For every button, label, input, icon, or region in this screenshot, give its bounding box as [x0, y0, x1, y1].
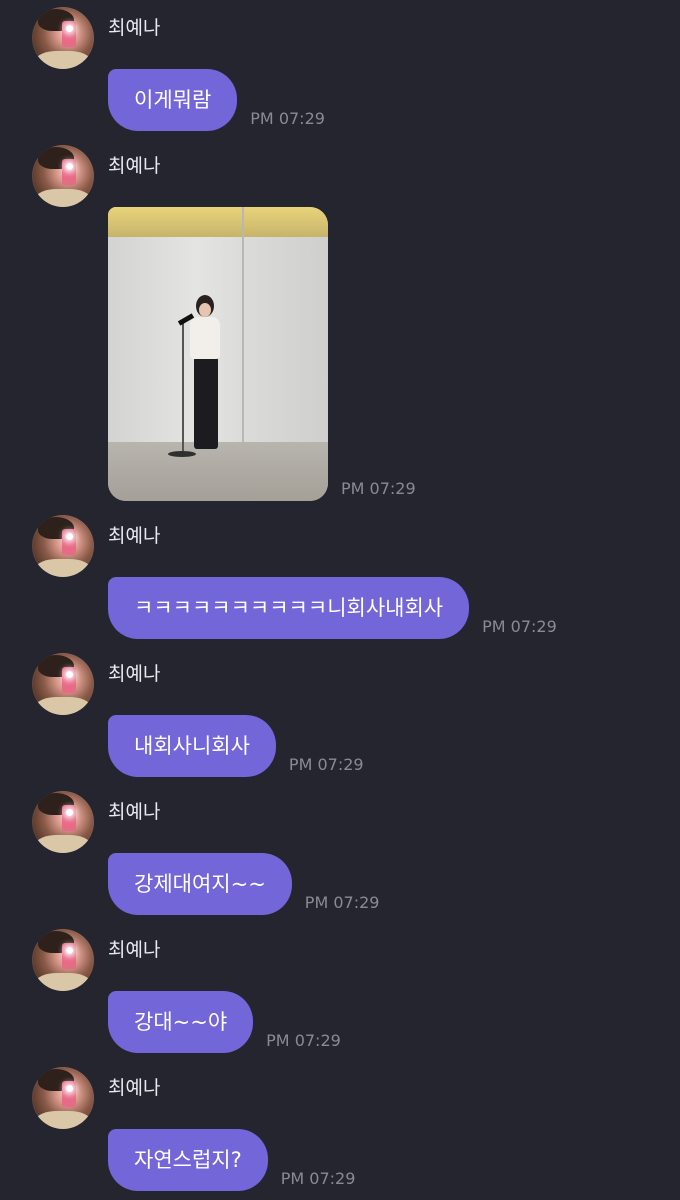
photo-message[interactable] [108, 207, 328, 501]
chat-message-list[interactable]: 최예나 이게뭐람 PM 07:29 최예나 PM 07:29 최예나 ㅋㅋㅋㅋㅋ… [0, 0, 680, 1200]
profile-avatar[interactable] [32, 145, 94, 207]
message-bubble[interactable]: 자연스럽지? [108, 1129, 268, 1191]
message-time: PM 07:29 [250, 109, 325, 128]
message-time: PM 07:29 [304, 893, 380, 912]
sender-name: 최예나 [108, 17, 161, 39]
sender-name: 최예나 [108, 155, 161, 177]
message-time: PM 07:29 [266, 1031, 341, 1050]
message-bubble[interactable]: 강대~~야 [108, 991, 254, 1053]
sender-name: 최예나 [108, 1077, 161, 1099]
message-bubble[interactable]: 내회사니회사 [108, 715, 276, 777]
message-time: PM 07:29 [341, 479, 416, 498]
profile-avatar[interactable] [32, 791, 94, 853]
profile-avatar[interactable] [32, 7, 94, 69]
message-bubble[interactable]: 강제대여지~~ [108, 853, 292, 915]
message-time: PM 07:29 [280, 1169, 356, 1188]
profile-avatar[interactable] [32, 515, 94, 577]
message-bubble[interactable]: ㅋㅋㅋㅋㅋㅋㅋㅋㅋㅋ니회사내회사 [108, 577, 470, 639]
profile-avatar[interactable] [32, 653, 94, 715]
message-time: PM 07:29 [288, 755, 364, 774]
message-bubble[interactable]: 이게뭐람 [108, 69, 238, 131]
profile-avatar[interactable] [32, 1067, 94, 1129]
profile-avatar[interactable] [32, 929, 94, 991]
sender-name: 최예나 [108, 801, 161, 823]
message-time: PM 07:29 [482, 617, 557, 636]
sender-name: 최예나 [108, 939, 161, 961]
sender-name: 최예나 [108, 663, 161, 685]
sender-name: 최예나 [108, 525, 161, 547]
